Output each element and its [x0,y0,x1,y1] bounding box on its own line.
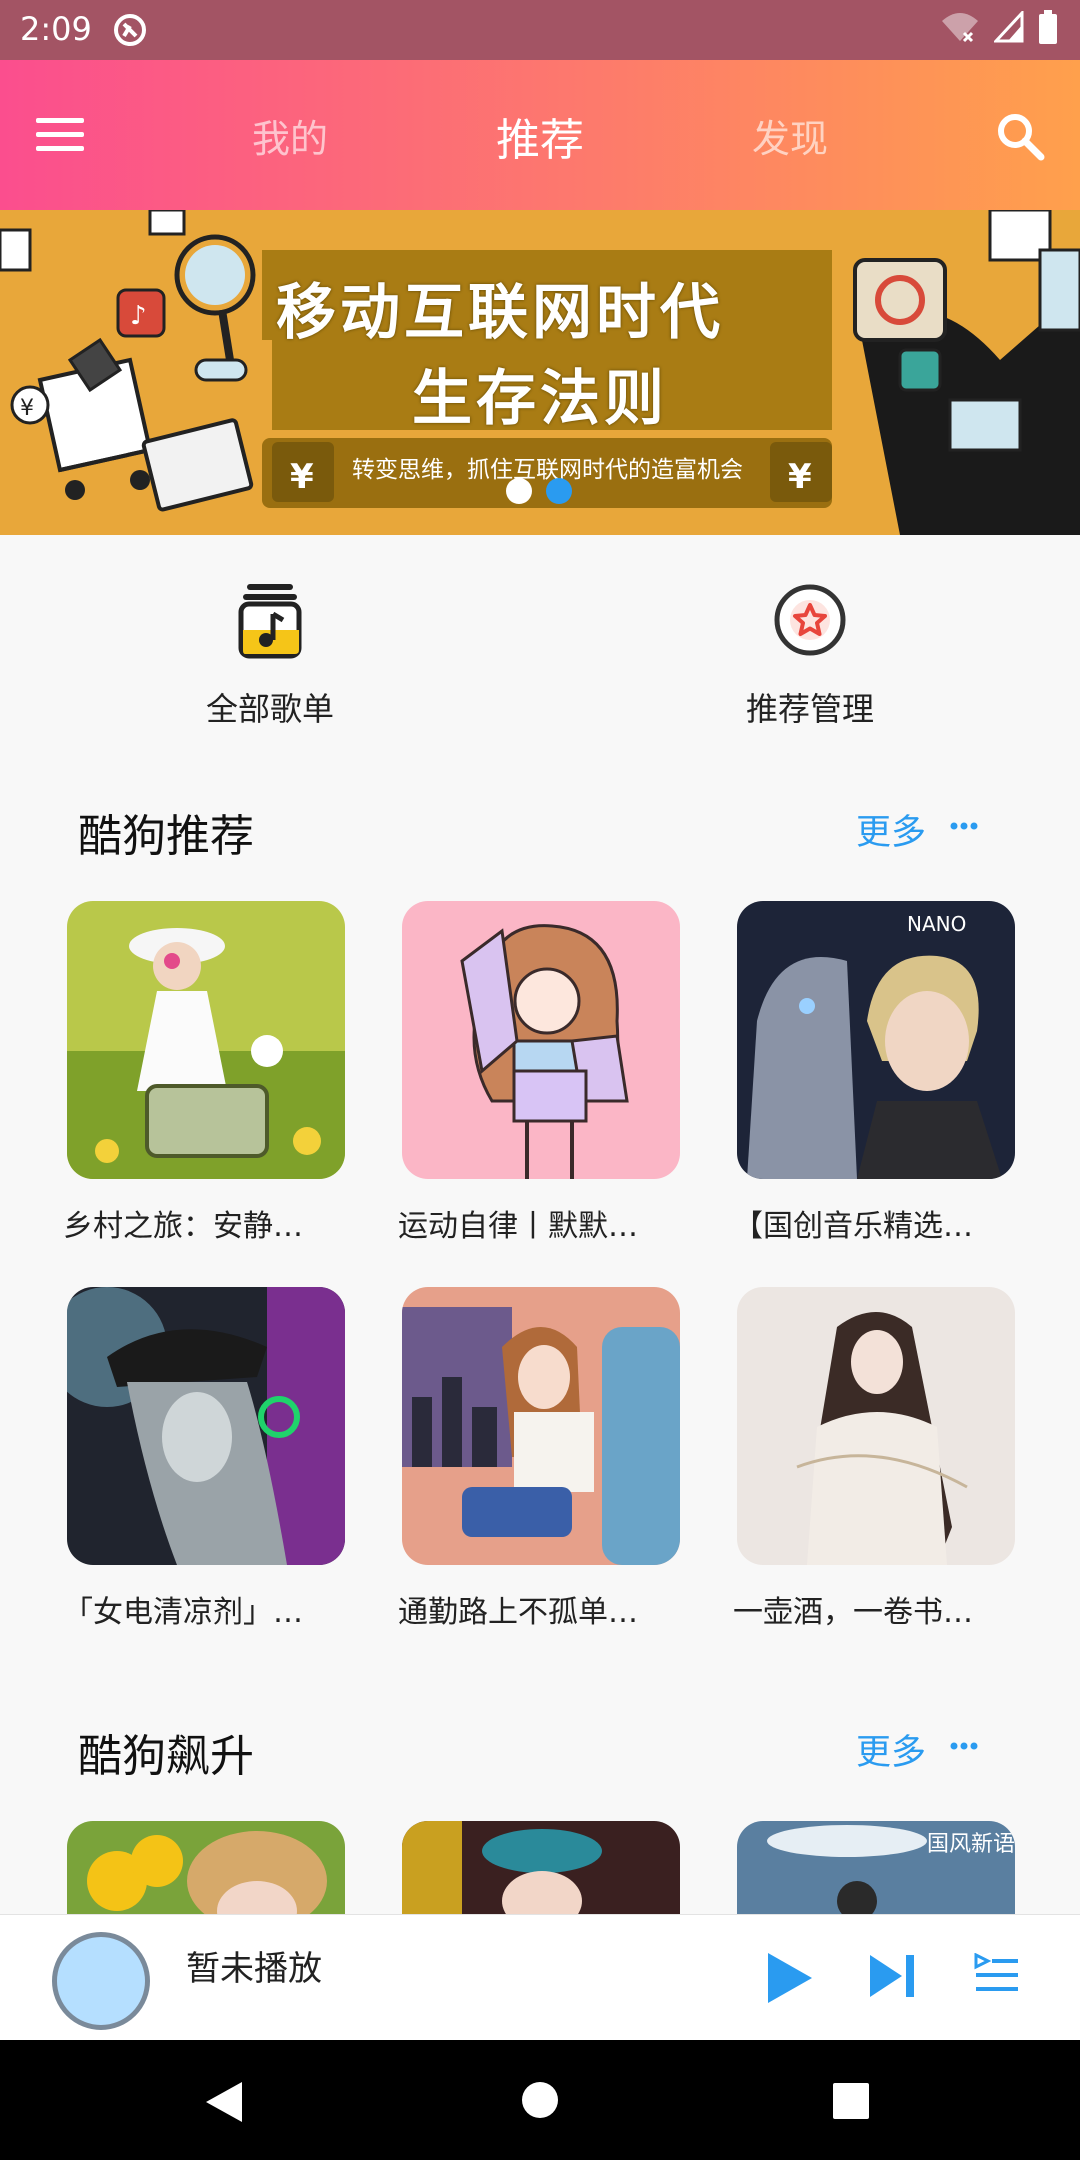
rising-card-3[interactable]: 国风新语 [737,1821,1015,1914]
svg-text:¥: ¥ [290,457,314,497]
battery-icon [1038,10,1058,48]
rising-card-1[interactable] [67,1821,345,1914]
svg-text:¥: ¥ [20,396,34,421]
banner-dot-1[interactable] [506,478,532,504]
status-time: 2:09 [20,10,92,48]
home-icon[interactable] [520,2080,560,2124]
status-bar: 2:09 [0,0,1080,60]
playlist-icon[interactable] [974,1952,1020,2003]
rising-cover-2 [402,1821,680,1914]
wifi-icon [940,11,980,47]
tab-discover[interactable]: 发现 [752,108,828,163]
mini-player[interactable]: 暂未播放 [0,1914,1080,2041]
tab-mine[interactable]: 我的 [252,108,328,163]
playlist-cover-5 [402,1287,680,1565]
player-cover[interactable] [52,1932,150,2030]
tab-recommend[interactable]: 推荐 [496,104,584,168]
playlist-cover-1 [67,901,345,1179]
rising-card-2[interactable] [402,1821,680,1914]
app-notification-icon [112,12,148,52]
svg-text:国风新语: 国风新语 [927,1832,1015,1857]
playlist-card-2[interactable]: 运动自律丨默默努... [398,901,680,1245]
banner-carousel[interactable]: ¥ ¥ ♪ ¥ 移动互联网时代 生存法则 转变思维，抓住互联网时代的造富机会 [0,210,1080,535]
signal-icon [992,9,1024,47]
playlist-file-icon [160,580,380,664]
playlist-title-5: 通勤路上不孤单！... [398,1595,658,1630]
rising-cover-1 [67,1821,345,1914]
playlist-card-3[interactable]: NANO 【国创音乐精选】... [733,901,1015,1245]
more-dots-icon[interactable] [950,1738,978,1757]
playlist-title-2: 运动自律丨默默努... [398,1209,658,1244]
more-link-rising[interactable]: 更多 [856,1724,926,1775]
svg-text:NANO: NANO [907,912,966,936]
playlist-cover-4 [67,1287,345,1565]
recommend-manage-button[interactable]: 推荐管理 [700,580,920,730]
search-icon[interactable] [994,110,1046,162]
svg-text:¥: ¥ [788,457,812,497]
all-playlists-label: 全部歌单 [205,690,334,728]
playlist-card-4[interactable]: 「女电清凉剂」夏... [63,1287,345,1631]
playlist-card-6[interactable]: 一壶酒，一卷书，... [733,1287,1015,1631]
system-nav-bar [0,2040,1080,2160]
section-title-rising: 酷狗飙升 [78,1731,254,1782]
playlist-card-5[interactable]: 通勤路上不孤单！... [398,1287,680,1631]
play-icon[interactable] [764,1951,814,2009]
all-playlists-button[interactable]: 全部歌单 [160,580,380,730]
playlist-cover-3: NANO [737,901,1015,1179]
rising-cover-3: 国风新语 [737,1821,1015,1914]
back-icon[interactable] [204,2080,244,2128]
banner-title-line1: 移动互联网时代 [276,278,724,348]
section-title-recommend: 酷狗推荐 [78,811,254,862]
more-dots-icon[interactable] [950,818,978,837]
banner-indicator [506,478,572,504]
playlist-title-1: 乡村之旅：安静惬... [63,1209,323,1244]
playlist-title-4: 「女电清凉剂」夏... [63,1595,323,1630]
banner-dot-2[interactable] [546,478,572,504]
more-link-recommend[interactable]: 更多 [856,804,926,855]
playlist-cover-6 [737,1287,1015,1565]
playlist-cover-2 [402,901,680,1179]
menu-icon[interactable] [36,118,84,152]
recommend-manage-label: 推荐管理 [745,690,874,728]
star-badge-icon [700,580,920,664]
banner-title-line2: 生存法则 [412,364,668,434]
player-song-title: 暂未播放 [186,1949,322,1989]
playlist-title-3: 【国创音乐精选】... [733,1209,993,1244]
playlist-title-6: 一壶酒，一卷书，... [733,1595,993,1630]
recent-apps-icon[interactable] [832,2082,870,2124]
svg-text:♪: ♪ [130,301,147,331]
playlist-card-1[interactable]: 乡村之旅：安静惬... [63,901,345,1245]
next-track-icon[interactable] [868,1953,916,2003]
app-header: 我的 推荐 发现 [0,60,1080,210]
